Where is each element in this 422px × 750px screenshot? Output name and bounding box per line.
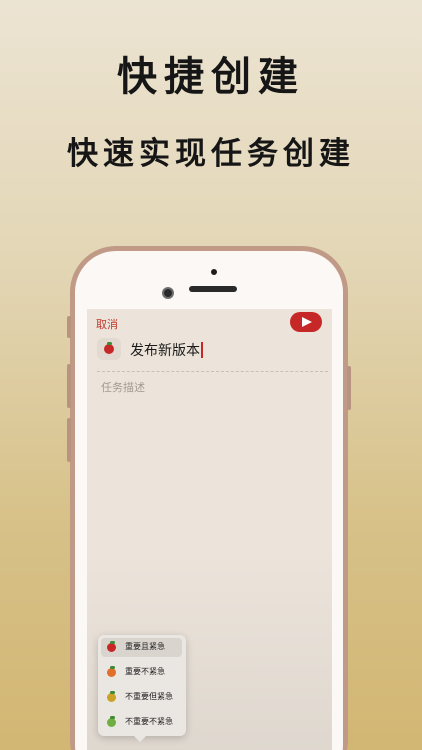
priority-label: 重要且紧急 xyxy=(125,642,165,651)
tomato-icon xyxy=(104,342,114,354)
tomato-icon xyxy=(107,691,116,702)
task-title-input[interactable]: 发布新版本 xyxy=(130,340,203,360)
task-description-input[interactable]: 任务描述 xyxy=(101,379,145,395)
title-divider xyxy=(97,371,328,372)
front-camera xyxy=(164,289,172,297)
task-title-text: 发布新版本 xyxy=(130,343,200,359)
tomato-icon xyxy=(107,641,116,652)
priority-label: 不重要但紧急 xyxy=(125,692,173,701)
priority-option-important-not-urgent[interactable]: 重要不紧急 xyxy=(101,663,182,682)
promo-title: 快捷创建 xyxy=(117,53,305,100)
app-screen: 取消 发布新版本 任务描述 重要且紧急 重要不紧急 不重要但紧急 不重要不紧急 xyxy=(87,309,332,750)
priority-option-urgent-important[interactable]: 重要且紧急 xyxy=(101,638,182,657)
priority-menu: 重要且紧急 重要不紧急 不重要但紧急 不重要不紧急 xyxy=(98,635,186,742)
priority-option-not-urgent-not-important[interactable]: 不重要不紧急 xyxy=(101,713,182,732)
text-cursor xyxy=(201,342,203,358)
priority-option-urgent-not-important[interactable]: 不重要但紧急 xyxy=(101,688,182,707)
proximity-sensor xyxy=(211,269,217,275)
priority-label: 重要不紧急 xyxy=(125,667,165,676)
play-icon[interactable] xyxy=(290,312,322,332)
tomato-icon xyxy=(107,716,116,727)
priority-selector-button[interactable] xyxy=(97,338,121,360)
power-button xyxy=(347,366,351,410)
volume-down-button xyxy=(67,418,71,462)
volume-up-button xyxy=(67,364,71,408)
cancel-button[interactable]: 取消 xyxy=(96,316,118,332)
promo-subtitle: 快速实现任务创建 xyxy=(67,136,355,172)
priority-label: 不重要不紧急 xyxy=(125,717,173,726)
mute-switch xyxy=(67,316,71,338)
earpiece-speaker xyxy=(189,286,237,292)
popup-arrow xyxy=(134,736,146,742)
tomato-icon xyxy=(107,666,116,677)
